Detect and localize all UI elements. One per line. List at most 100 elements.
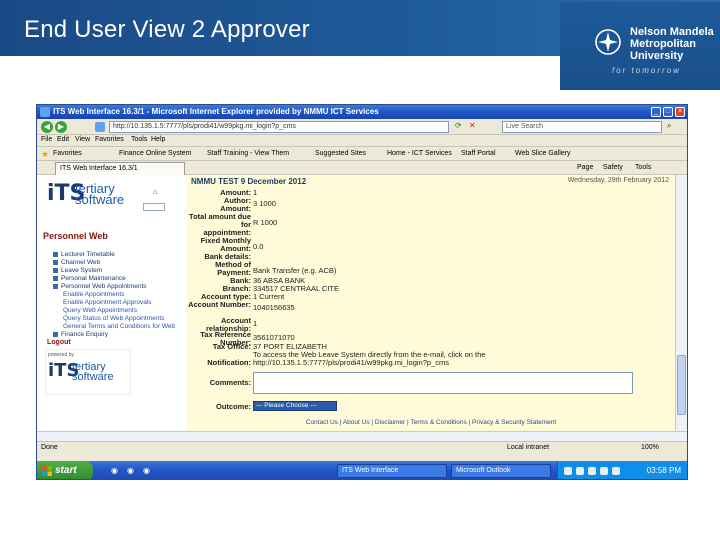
logo-tagline: for tomorrow xyxy=(612,66,681,75)
back-button[interactable]: ◀ xyxy=(41,121,53,133)
outcome-select[interactable]: --- Please Choose --- xyxy=(253,401,337,411)
field-value: 1 xyxy=(253,188,258,197)
nav-item-label: Leave System xyxy=(61,267,103,274)
field-label: Notification: xyxy=(207,358,251,367)
field-label: Method of Payment: xyxy=(215,260,251,277)
nav-item-finance[interactable]: Finance Enquiry xyxy=(53,331,108,338)
fav-staff-portal[interactable]: Staff Portal xyxy=(461,150,496,157)
nav-bullet-icon xyxy=(53,259,58,265)
start-button[interactable]: start xyxy=(37,461,93,479)
field-value: 1 Current xyxy=(253,292,285,301)
window-title: ITS Web Interface 16.3/1 - Microsoft Int… xyxy=(53,107,379,116)
nav-item-channel[interactable]: Channel Web xyxy=(53,259,100,266)
nav-sub-status[interactable]: Query Status of Web Appointments xyxy=(63,315,164,322)
quick-launch-icon[interactable]: ◉ xyxy=(111,466,118,475)
fav-finance-online[interactable]: Finance Online System xyxy=(119,150,191,157)
fav-web-slice[interactable]: Web Slice Gallery xyxy=(515,150,571,157)
nav-item-lecturer[interactable]: Lecturer Timetable xyxy=(53,251,115,258)
nav-item-appointments[interactable]: Personnel Web Appointments xyxy=(53,283,147,290)
vertical-scrollbar[interactable] xyxy=(675,175,687,431)
powered-by-label: powered by xyxy=(48,352,74,358)
toolbar-page[interactable]: Page xyxy=(577,164,593,171)
nav-item-personal[interactable]: Personal Maintenance xyxy=(53,275,126,282)
footer-links[interactable]: Contact Us | About Us | Disclaimer | Ter… xyxy=(187,419,675,431)
status-bar: Done Local intranet 100% xyxy=(37,441,687,453)
system-tray: 03:58 PM xyxy=(557,461,687,479)
forward-button[interactable]: ▶ xyxy=(55,121,67,133)
nav-sub-enable[interactable]: Enable Appointments xyxy=(63,291,124,298)
home-icon[interactable]: ⌂ xyxy=(153,189,157,196)
close-button[interactable]: × xyxy=(675,107,685,117)
tray-icon[interactable] xyxy=(600,467,608,475)
slide-title: End User View 2 Approver xyxy=(24,16,310,43)
zone-text: Local intranet xyxy=(507,444,550,451)
favorites-button[interactable]: Favorites xyxy=(53,150,82,157)
tray-icon[interactable] xyxy=(588,467,596,475)
stop-icon[interactable]: ✕ xyxy=(469,121,476,130)
logo-line-3: University xyxy=(630,50,684,62)
status-text: Done xyxy=(41,444,58,451)
nav-sub-approvals[interactable]: Enable Appointment Approvals xyxy=(63,299,152,306)
slide: End User View 2 Approver Nelson Mandela … xyxy=(0,0,720,540)
university-emblem-icon xyxy=(595,29,621,55)
scrollbar-thumb[interactable] xyxy=(677,355,686,415)
windows-flag-icon xyxy=(42,466,52,476)
menu-view[interactable]: View xyxy=(75,136,90,143)
maximize-button[interactable]: □ xyxy=(663,107,673,117)
nav-heading: Personnel Web xyxy=(43,231,108,241)
its-word-2: software xyxy=(75,192,125,207)
favorites-bar: ★ Favorites Finance Online System Staff … xyxy=(37,147,687,161)
fav-suggested-sites[interactable]: Suggested Sites xyxy=(315,150,366,157)
tray-icon[interactable] xyxy=(612,467,620,475)
fav-ict-services[interactable]: Home - ICT Services xyxy=(387,150,452,157)
zoom-level[interactable]: 100% xyxy=(641,444,659,451)
logo-line-2: Metropolitan xyxy=(630,38,696,50)
address-bar: ◀ ▶ http://10.135.1.5:7777/pls/prodi41/w… xyxy=(37,119,687,135)
its-logo-small: iTS tertiary software xyxy=(48,360,148,394)
comments-textarea[interactable] xyxy=(253,372,633,394)
task-outlook[interactable]: Microsoft Outlook xyxy=(451,464,551,478)
nav-bullet-icon xyxy=(53,267,58,273)
taskbar-clock: 03:58 PM xyxy=(646,466,681,475)
logout-link[interactable]: Logout xyxy=(47,339,71,346)
minimize-button[interactable]: _ xyxy=(651,107,661,117)
field-value: 3561071070 xyxy=(253,333,295,342)
toolbar-tools[interactable]: Tools xyxy=(635,164,651,171)
start-label: start xyxy=(55,465,77,476)
menu-favorites[interactable]: Favorites xyxy=(95,136,124,143)
menu-help[interactable]: Help xyxy=(151,136,165,143)
search-icon[interactable]: ⌕ xyxy=(667,121,671,131)
url-input[interactable]: http://10.135.1.5:7777/pls/prodi41/w99pk… xyxy=(109,121,449,133)
tab-its-web[interactable]: ITS Web Interface 16.3/1 xyxy=(55,162,185,175)
nav-bullet-icon xyxy=(53,331,58,337)
tray-icon[interactable] xyxy=(564,467,572,475)
task-its-web[interactable]: ITS Web Interface xyxy=(337,464,447,478)
menu-file[interactable]: File xyxy=(41,136,52,143)
page-icon xyxy=(95,122,105,132)
menu-edit[interactable]: Edit xyxy=(57,136,69,143)
field-value: Bank Transfer (e.g. ACB) xyxy=(253,266,337,275)
quick-launch-icon[interactable]: ◉ xyxy=(143,466,150,475)
notification-link[interactable]: http://10.135.1.5:7777/pls/prodi41/w99pk… xyxy=(253,359,449,367)
taskbar: start ◉ ◉ ◉ ITS Web Interface Microsoft … xyxy=(37,461,687,479)
nav-sub-query[interactable]: Query Web Appointments xyxy=(63,307,137,314)
toolbar-safety[interactable]: Safety xyxy=(603,164,623,171)
refresh-icon[interactable]: ⟳ xyxy=(455,121,462,130)
menu-bar: File Edit View Favorites Tools Help xyxy=(37,135,687,147)
nav-sub-terms[interactable]: General Terms and Conditions for Web xyxy=(63,323,175,330)
left-nav-panel: iTS tertiary software ⌂ Personnel Web Le… xyxy=(41,175,187,431)
favorites-star-icon: ★ xyxy=(41,149,50,159)
horizontal-scrollbar[interactable] xyxy=(37,431,687,441)
field-label: Total amount due for xyxy=(189,212,251,229)
quick-launch-icon[interactable]: ◉ xyxy=(127,466,134,475)
field-value: 3 1000 xyxy=(253,199,276,208)
afr-toggle-icon[interactable] xyxy=(143,203,165,211)
nav-bullet-icon xyxy=(53,283,58,289)
tray-icon[interactable] xyxy=(576,467,584,475)
search-input[interactable]: Live Search xyxy=(502,121,662,133)
nav-item-leave[interactable]: Leave System xyxy=(53,267,102,274)
field-value: R 1000 xyxy=(253,218,278,227)
nmmu-logo: Nelson Mandela Metropolitan University f… xyxy=(560,2,720,90)
menu-tools[interactable]: Tools xyxy=(131,136,147,143)
fav-staff-training[interactable]: Staff Training - View Them xyxy=(207,150,289,157)
